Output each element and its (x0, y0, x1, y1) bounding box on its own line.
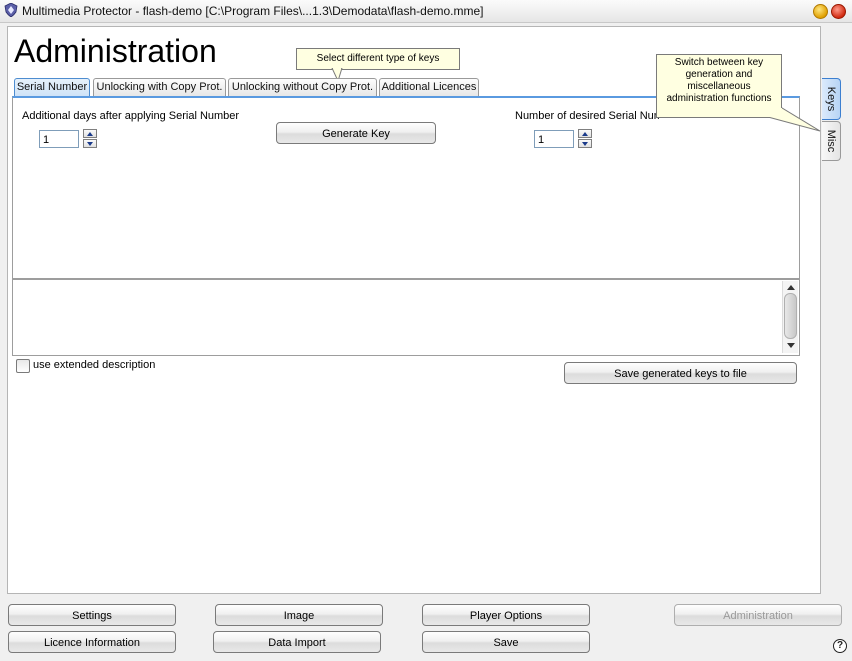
key-types-tooltip: Select different type of keys (296, 48, 460, 82)
scroll-thumb[interactable] (784, 293, 797, 339)
tab-serial-number[interactable]: Serial Number (14, 78, 90, 96)
tab-additional-licences[interactable]: Additional Licences (379, 78, 479, 96)
title-bar: Multimedia Protector - flash-demo [C:\Pr… (0, 0, 852, 23)
scroll-up-icon[interactable] (787, 285, 795, 290)
tooltip-text-side-tabs: Switch between key generation and miscel… (656, 54, 782, 118)
app-shield-icon (4, 3, 18, 17)
minimize-button[interactable] (813, 4, 828, 19)
side-tab-keys-label: Keys (825, 86, 837, 112)
licence-information-button[interactable]: Licence Information (8, 631, 176, 653)
count-label: Number of desired Serial Numbers (515, 110, 660, 122)
count-label-clip: Number of desired Serial Numbers (514, 103, 660, 123)
side-tab-misc[interactable]: Misc (822, 121, 841, 161)
arrow-down-icon (582, 142, 588, 146)
close-button[interactable] (831, 4, 846, 19)
days-spinner (83, 129, 97, 149)
window-title: Multimedia Protector - flash-demo [C:\Pr… (22, 4, 484, 18)
tab-unlocking-without-copy-prot[interactable]: Unlocking without Copy Prot. (228, 78, 377, 96)
tooltip-pointer (766, 107, 821, 132)
arrow-up-icon (582, 132, 588, 136)
side-tabs-tooltip: Switch between key generation and miscel… (656, 54, 824, 132)
extended-description-checkbox[interactable] (16, 359, 30, 373)
count-spinner (578, 129, 592, 149)
output-scrollbar[interactable] (782, 281, 798, 353)
days-decrement-button[interactable] (83, 139, 97, 148)
generated-keys-output[interactable] (12, 279, 800, 356)
administration-button[interactable]: Administration (674, 604, 842, 626)
arrow-down-icon (87, 142, 93, 146)
page-title: Administration (14, 33, 217, 69)
count-spinner-input[interactable]: 1 (534, 130, 574, 148)
generate-key-button[interactable]: Generate Key (276, 122, 436, 144)
side-tab-misc-label: Misc (825, 129, 837, 153)
help-icon[interactable]: ? (833, 639, 847, 653)
tooltip-text-key-types: Select different type of keys (296, 48, 460, 70)
days-label: Additional days after applying Serial Nu… (22, 110, 240, 122)
data-import-button[interactable]: Data Import (213, 631, 381, 653)
player-options-button[interactable]: Player Options (422, 604, 590, 626)
scroll-down-icon[interactable] (787, 343, 795, 348)
arrow-up-icon (87, 132, 93, 136)
days-spinner-input[interactable]: 1 (39, 130, 79, 148)
tab-unlocking-with-copy-prot[interactable]: Unlocking with Copy Prot. (93, 78, 226, 96)
image-button[interactable]: Image (215, 604, 383, 626)
count-decrement-button[interactable] (578, 139, 592, 148)
side-tab-keys[interactable]: Keys (822, 78, 841, 120)
settings-button[interactable]: Settings (8, 604, 176, 626)
save-button[interactable]: Save (422, 631, 590, 653)
extended-description-label: use extended description (33, 359, 156, 371)
count-increment-button[interactable] (578, 129, 592, 138)
save-keys-button[interactable]: Save generated keys to file (564, 362, 797, 384)
days-increment-button[interactable] (83, 129, 97, 138)
